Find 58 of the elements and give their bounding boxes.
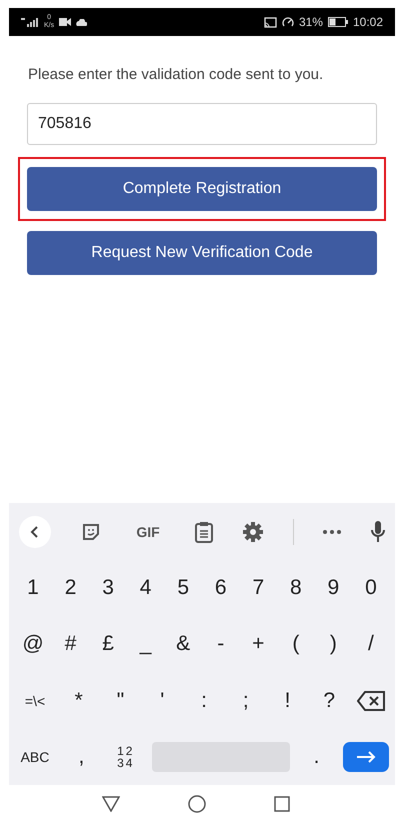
key[interactable]: 8 (278, 566, 314, 610)
key[interactable]: / (352, 622, 389, 666)
code-input-field[interactable]: 705816 (27, 103, 377, 145)
more-icon[interactable] (323, 530, 342, 534)
form-button[interactable]: Complete Registration (27, 167, 377, 211)
home-circle-icon[interactable] (188, 795, 206, 813)
key[interactable]: ; (228, 678, 264, 723)
sticker-icon[interactable] (80, 522, 101, 542)
key[interactable]: 9 (315, 566, 352, 610)
key[interactable]: 4 (128, 566, 164, 610)
clipboard-icon[interactable] (195, 520, 214, 542)
prompt-text: Please enter the validation code sent to you. (28, 66, 324, 83)
back-triangle-icon[interactable] (102, 796, 120, 812)
key[interactable]: " (102, 678, 138, 723)
chevron-left-icon (30, 526, 40, 538)
key[interactable]: 5 (165, 566, 202, 610)
key[interactable]: £ (90, 622, 126, 666)
cast-icon (264, 16, 277, 28)
key[interactable]: 6 (202, 566, 239, 610)
number-pad-key[interactable]: 12 34 (108, 734, 144, 779)
key[interactable]: ! (270, 678, 306, 723)
battery-icon (328, 17, 348, 27)
cloud-icon (76, 18, 88, 26)
key[interactable]: ABC (15, 734, 55, 779)
key[interactable]: * (60, 678, 97, 723)
recents-square-icon[interactable] (274, 796, 290, 812)
collapse-button[interactable] (19, 516, 51, 548)
key[interactable]: 1 (15, 566, 51, 610)
microphone-icon[interactable] (370, 520, 385, 542)
key[interactable]: 7 (240, 566, 276, 610)
key[interactable]: , (63, 734, 100, 779)
key[interactable]: ' (144, 678, 180, 723)
gauge-icon (282, 16, 294, 28)
gif-button[interactable]: GIF (130, 522, 166, 540)
enter-key[interactable] (342, 742, 389, 772)
video-camera-icon (59, 18, 72, 26)
battery-percent: 31% (298, 15, 323, 29)
key[interactable]: - (202, 622, 239, 666)
backspace-icon (357, 690, 385, 711)
key[interactable]: : (186, 678, 222, 723)
key[interactable]: @ (15, 622, 51, 666)
key[interactable]: 3 (90, 566, 126, 610)
key[interactable]: ( (278, 622, 314, 666)
key[interactable]: =\< (15, 678, 55, 723)
key[interactable]: ? (311, 678, 348, 723)
key[interactable]: + (240, 622, 276, 666)
key[interactable]: 0 (352, 566, 389, 610)
key[interactable]: # (52, 622, 89, 666)
form-button[interactable]: Request New Verification Code (27, 231, 377, 275)
settings-icon[interactable] (242, 522, 263, 542)
key[interactable]: ) (315, 622, 352, 666)
key[interactable]: & (165, 622, 202, 666)
key[interactable]: 2 (52, 566, 89, 610)
clock: 10:02 (352, 15, 383, 29)
arrow-right-icon (356, 750, 376, 763)
key[interactable]: _ (128, 622, 164, 666)
signal-icon (21, 17, 39, 27)
key[interactable]: . (298, 734, 335, 779)
